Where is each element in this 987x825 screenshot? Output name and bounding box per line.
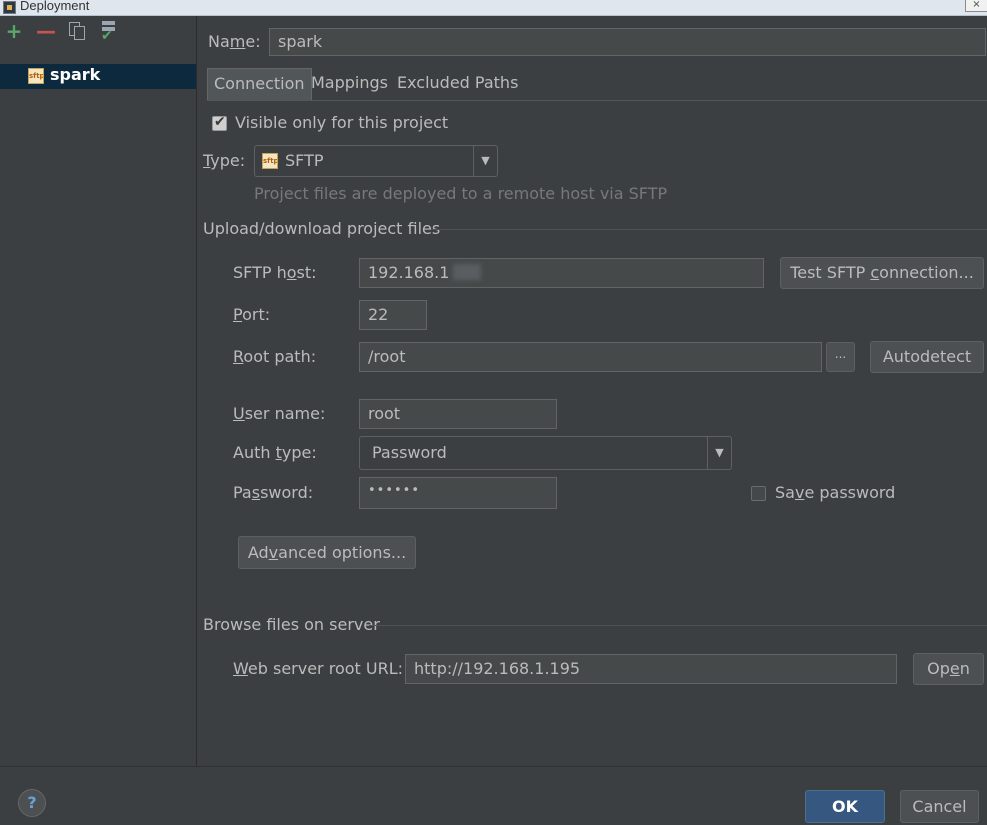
remove-icon[interactable]: — <box>36 21 56 41</box>
name-field[interactable]: spark <box>269 28 986 56</box>
password-field[interactable]: •••••• <box>359 477 557 509</box>
password-label: Password: <box>233 483 313 502</box>
auth-type-value: Password <box>372 443 447 462</box>
cancel-button[interactable]: Cancel <box>900 790 979 823</box>
password-label-part: Pa <box>233 483 252 502</box>
type-value: SFTP <box>285 151 324 170</box>
port-label-part: ort: <box>242 305 271 324</box>
sftp-icon: sftp <box>262 153 278 169</box>
sftp-server-icon: sftp <box>28 68 44 84</box>
open-button-part-2: n <box>959 659 970 678</box>
window-title: Deployment <box>20 0 90 13</box>
name-label-part-2: e: <box>245 32 261 51</box>
tab-bar: Connection Mappings Excluded Paths <box>207 68 987 101</box>
upload-section-title: Upload/download project files <box>203 219 441 238</box>
open-button-part: Op <box>927 659 950 678</box>
sftp-host-field[interactable]: 192.168.1 <box>359 258 764 288</box>
sftp-host-label-mnemonic: o <box>286 263 297 282</box>
name-label-mnemonic: m <box>229 32 246 51</box>
web-root-label-mnemonic: W <box>233 659 248 678</box>
user-name-label-part: ser name: <box>244 404 326 423</box>
chevron-down-icon: ▼ <box>707 437 731 469</box>
tab-excluded-paths[interactable]: Excluded Paths <box>391 68 524 100</box>
test-button-part-2: onnection... <box>879 263 974 282</box>
test-button-part: Test SFTP <box>790 263 871 282</box>
sftp-host-label-part-2: st: <box>296 263 317 282</box>
upload-section-separator <box>431 229 987 230</box>
type-hint: Project files are deployed to a remote h… <box>254 184 668 203</box>
password-label-part-2: sword: <box>260 483 314 502</box>
root-path-field[interactable]: /root <box>359 342 822 372</box>
close-button[interactable]: × <box>965 0 987 12</box>
web-root-label-part: eb server root URL: <box>247 659 404 678</box>
auth-type-label: Auth type: <box>233 443 317 462</box>
user-name-label-mnemonic: U <box>233 404 245 423</box>
user-name-label: User name: <box>233 404 325 423</box>
port-label-mnemonic: P <box>233 305 243 324</box>
save-password-label-part-2: e password <box>804 483 896 502</box>
autodetect-button[interactable]: Autodetect <box>870 341 984 373</box>
save-password-label: Save password <box>775 483 895 502</box>
web-root-label: Web server root URL: <box>233 659 403 678</box>
server-list-item-spark[interactable]: sftp spark <box>0 64 196 89</box>
web-root-url-field[interactable]: http://192.168.1.195 <box>405 654 897 684</box>
auth-type-label-part-2: ype: <box>281 443 317 462</box>
name-label-part: Na <box>208 32 230 51</box>
copy-icon-page-front <box>74 26 85 40</box>
browse-button[interactable]: ... <box>826 342 855 372</box>
test-connection-button[interactable]: Test SFTP connection... <box>780 257 984 289</box>
add-icon[interactable]: + <box>4 21 24 41</box>
server-stack-icon <box>102 21 115 25</box>
ok-button[interactable]: OK <box>805 790 885 823</box>
open-button[interactable]: Open <box>913 653 984 685</box>
check-icon: ✔ <box>101 28 113 44</box>
browse-section-separator <box>369 625 987 626</box>
password-label-mnemonic: s <box>251 483 261 502</box>
type-label: Type: <box>203 151 245 170</box>
user-name-field[interactable]: root <box>359 399 557 429</box>
port-field[interactable]: 22 <box>359 300 427 330</box>
auth-type-label-part: Auth <box>233 443 276 462</box>
advanced-options-button[interactable]: Advanced options... <box>238 536 416 569</box>
server-list-panel: + — ✔ sftp spark <box>0 16 197 766</box>
name-label: Name: <box>208 32 261 51</box>
tab-mappings[interactable]: Mappings <box>305 68 394 100</box>
browse-section-title: Browse files on server <box>203 615 380 634</box>
save-password-label-part: Sa <box>775 483 795 502</box>
app-icon <box>3 1 16 14</box>
tab-connection[interactable]: Connection <box>207 68 312 100</box>
visible-only-checkbox[interactable] <box>212 114 227 131</box>
title-bar: Deployment × <box>0 0 987 16</box>
type-combobox[interactable]: sftp SFTP ▼ <box>254 145 498 177</box>
test-button-mnemonic: c <box>870 263 880 282</box>
sftp-host-label: SFTP host: <box>233 263 317 282</box>
redacted-blur <box>453 264 482 280</box>
chevron-down-icon: ▼ <box>473 146 497 176</box>
root-path-label: Root path: <box>233 347 316 366</box>
sftp-host-value: 192.168.1 <box>368 263 450 282</box>
advanced-button-mnemonic: v <box>268 543 279 562</box>
use-as-default-icon[interactable]: ✔ <box>99 21 119 44</box>
copy-icon[interactable] <box>67 21 87 41</box>
sftp-host-label-part: SFTP h <box>233 263 287 282</box>
open-button-mnemonic: e <box>949 659 960 678</box>
auth-type-combobox[interactable]: Password ▼ <box>359 436 732 470</box>
advanced-button-part-2: anced options... <box>278 543 407 562</box>
root-path-label-mnemonic: R <box>233 347 244 366</box>
advanced-button-part: Ad <box>247 543 269 562</box>
visible-only-label: Visible only for this project <box>235 113 449 132</box>
help-icon[interactable]: ? <box>18 789 46 817</box>
root-path-label-part: oot path: <box>243 347 317 366</box>
server-name: spark <box>50 65 101 84</box>
type-label-part: ype: <box>210 151 246 170</box>
port-label: Port: <box>233 305 270 324</box>
save-password-checkbox[interactable] <box>751 486 766 501</box>
